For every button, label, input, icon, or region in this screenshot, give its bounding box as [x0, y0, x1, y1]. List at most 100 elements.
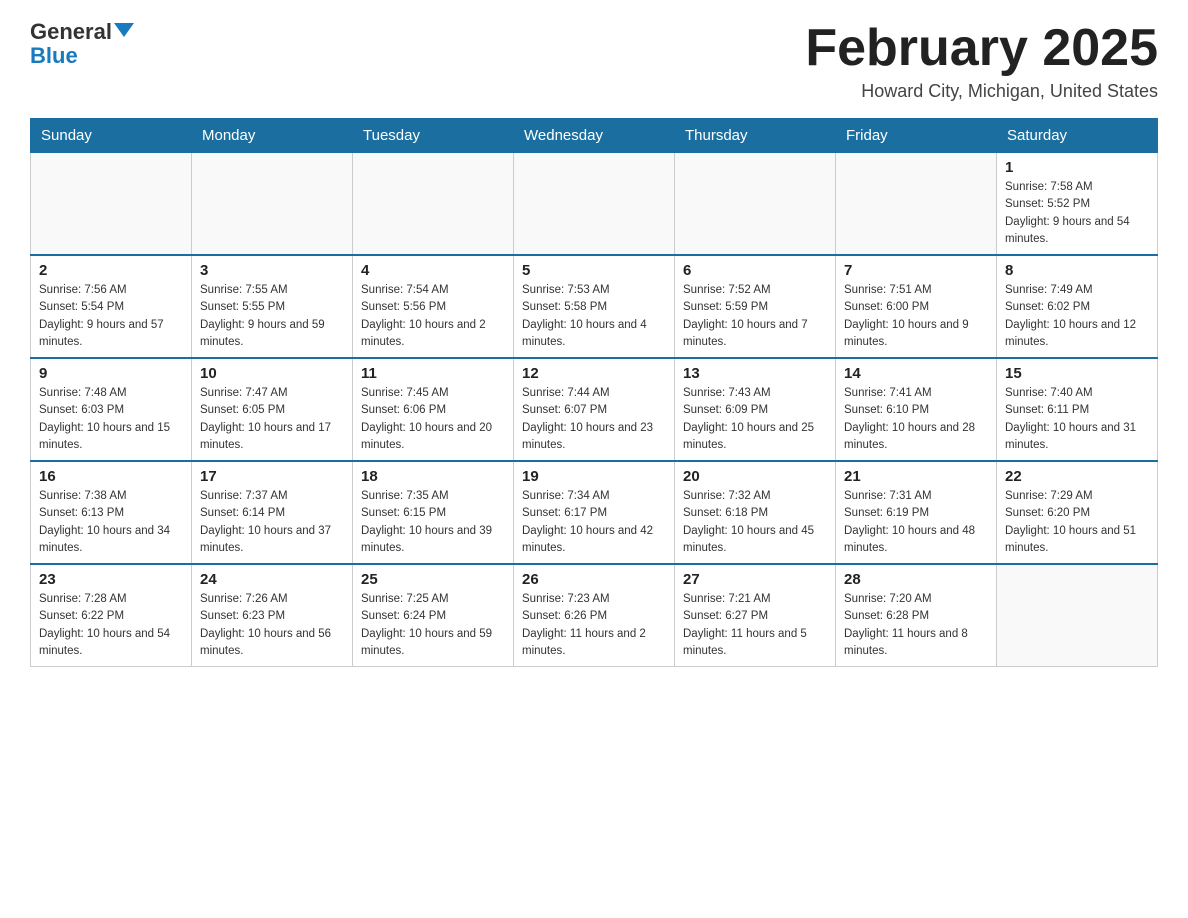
day-info: Sunrise: 7:58 AMSunset: 5:52 PMDaylight:…	[1005, 179, 1149, 248]
day-number: 7	[844, 262, 988, 279]
calendar-day-cell: 10 Sunrise: 7:47 AMSunset: 6:05 PMDayligh…	[192, 358, 353, 461]
day-info: Sunrise: 7:23 AMSunset: 6:26 PMDaylight:…	[522, 591, 666, 660]
weekday-header-friday: Friday	[836, 119, 997, 153]
day-info: Sunrise: 7:38 AMSunset: 6:13 PMDaylight:…	[39, 488, 183, 557]
location: Howard City, Michigan, United States	[805, 81, 1158, 102]
day-info: Sunrise: 7:44 AMSunset: 6:07 PMDaylight:…	[522, 385, 666, 454]
day-number: 18	[361, 468, 505, 485]
day-info: Sunrise: 7:35 AMSunset: 6:15 PMDaylight:…	[361, 488, 505, 557]
day-info: Sunrise: 7:29 AMSunset: 6:20 PMDaylight:…	[1005, 488, 1149, 557]
day-info: Sunrise: 7:32 AMSunset: 6:18 PMDaylight:…	[683, 488, 827, 557]
weekday-header-sunday: Sunday	[31, 119, 192, 153]
title-block: February 2025 Howard City, Michigan, Uni…	[805, 20, 1158, 102]
day-info: Sunrise: 7:54 AMSunset: 5:56 PMDaylight:…	[361, 282, 505, 351]
calendar-day-cell: 15 Sunrise: 7:40 AMSunset: 6:11 PMDayligh…	[997, 358, 1158, 461]
calendar-day-cell: 11Sunrise: 7:45 AMSunset: 6:06 PMDayligh…	[353, 358, 514, 461]
day-number: 14	[844, 365, 988, 382]
calendar-day-cell	[836, 153, 997, 256]
calendar-day-cell: 26 Sunrise: 7:23 AMSunset: 6:26 PMDayligh…	[514, 564, 675, 667]
day-info: Sunrise: 7:25 AMSunset: 6:24 PMDaylight:…	[361, 591, 505, 660]
day-number: 27	[683, 571, 827, 588]
calendar-day-cell: 23 Sunrise: 7:28 AMSunset: 6:22 PMDayligh…	[31, 564, 192, 667]
calendar-table: SundayMondayTuesdayWednesdayThursdayFrid…	[30, 118, 1158, 667]
day-info: Sunrise: 7:48 AMSunset: 6:03 PMDaylight:…	[39, 385, 183, 454]
day-number: 15	[1005, 365, 1149, 382]
day-info: Sunrise: 7:34 AMSunset: 6:17 PMDaylight:…	[522, 488, 666, 557]
day-number: 17	[200, 468, 344, 485]
day-info: Sunrise: 7:31 AMSunset: 6:19 PMDaylight:…	[844, 488, 988, 557]
calendar-day-cell	[353, 153, 514, 256]
calendar-day-cell: 22 Sunrise: 7:29 AMSunset: 6:20 PMDayligh…	[997, 461, 1158, 564]
day-number: 19	[522, 468, 666, 485]
day-number: 12	[522, 365, 666, 382]
calendar-day-cell: 20Sunrise: 7:32 AMSunset: 6:18 PMDayligh…	[675, 461, 836, 564]
calendar-day-cell: 1Sunrise: 7:58 AMSunset: 5:52 PMDaylight…	[997, 153, 1158, 256]
day-info: Sunrise: 7:47 AMSunset: 6:05 PMDaylight:…	[200, 385, 344, 454]
day-number: 5	[522, 262, 666, 279]
logo-blue: Blue	[30, 44, 78, 68]
calendar-day-cell: 14 Sunrise: 7:41 AMSunset: 6:10 PMDayligh…	[836, 358, 997, 461]
calendar-day-cell: 3Sunrise: 7:55 AMSunset: 5:55 PMDaylight…	[192, 255, 353, 358]
weekday-header-thursday: Thursday	[675, 119, 836, 153]
day-info: Sunrise: 7:51 AMSunset: 6:00 PMDaylight:…	[844, 282, 988, 351]
weekday-header-saturday: Saturday	[997, 119, 1158, 153]
logo-general: General	[30, 20, 112, 44]
calendar-week-row: 16 Sunrise: 7:38 AMSunset: 6:13 PMDayligh…	[31, 461, 1158, 564]
day-info: Sunrise: 7:56 AMSunset: 5:54 PMDaylight:…	[39, 282, 183, 351]
day-info: Sunrise: 7:43 AMSunset: 6:09 PMDaylight:…	[683, 385, 827, 454]
day-info: Sunrise: 7:21 AMSunset: 6:27 PMDaylight:…	[683, 591, 827, 660]
calendar-day-cell: 8 Sunrise: 7:49 AMSunset: 6:02 PMDaylight…	[997, 255, 1158, 358]
day-number: 4	[361, 262, 505, 279]
calendar-day-cell: 4 Sunrise: 7:54 AMSunset: 5:56 PMDaylight…	[353, 255, 514, 358]
calendar-day-cell: 27 Sunrise: 7:21 AMSunset: 6:27 PMDayligh…	[675, 564, 836, 667]
calendar-day-cell: 13Sunrise: 7:43 AMSunset: 6:09 PMDayligh…	[675, 358, 836, 461]
calendar-day-cell: 12 Sunrise: 7:44 AMSunset: 6:07 PMDayligh…	[514, 358, 675, 461]
calendar-week-row: 1Sunrise: 7:58 AMSunset: 5:52 PMDaylight…	[31, 153, 1158, 256]
calendar-day-cell: 2 Sunrise: 7:56 AMSunset: 5:54 PMDaylight…	[31, 255, 192, 358]
weekday-header-row: SundayMondayTuesdayWednesdayThursdayFrid…	[31, 119, 1158, 153]
day-number: 24	[200, 571, 344, 588]
day-number: 28	[844, 571, 988, 588]
calendar-day-cell	[514, 153, 675, 256]
day-info: Sunrise: 7:28 AMSunset: 6:22 PMDaylight:…	[39, 591, 183, 660]
day-info: Sunrise: 7:41 AMSunset: 6:10 PMDaylight:…	[844, 385, 988, 454]
day-number: 26	[522, 571, 666, 588]
calendar-day-cell	[192, 153, 353, 256]
page-header: General Blue February 2025 Howard City, …	[30, 20, 1158, 102]
calendar-day-cell: 18 Sunrise: 7:35 AMSunset: 6:15 PMDayligh…	[353, 461, 514, 564]
day-number: 2	[39, 262, 183, 279]
weekday-header-monday: Monday	[192, 119, 353, 153]
calendar-day-cell: 28 Sunrise: 7:20 AMSunset: 6:28 PMDayligh…	[836, 564, 997, 667]
day-info: Sunrise: 7:37 AMSunset: 6:14 PMDaylight:…	[200, 488, 344, 557]
calendar-week-row: 23 Sunrise: 7:28 AMSunset: 6:22 PMDayligh…	[31, 564, 1158, 667]
weekday-header-tuesday: Tuesday	[353, 119, 514, 153]
day-number: 16	[39, 468, 183, 485]
day-info: Sunrise: 7:20 AMSunset: 6:28 PMDaylight:…	[844, 591, 988, 660]
day-number: 8	[1005, 262, 1149, 279]
day-info: Sunrise: 7:26 AMSunset: 6:23 PMDaylight:…	[200, 591, 344, 660]
day-number: 11	[361, 365, 505, 382]
day-info: Sunrise: 7:40 AMSunset: 6:11 PMDaylight:…	[1005, 385, 1149, 454]
day-number: 23	[39, 571, 183, 588]
calendar-day-cell: 19 Sunrise: 7:34 AMSunset: 6:17 PMDayligh…	[514, 461, 675, 564]
day-info: Sunrise: 7:52 AMSunset: 5:59 PMDaylight:…	[683, 282, 827, 351]
day-number: 6	[683, 262, 827, 279]
day-info: Sunrise: 7:53 AMSunset: 5:58 PMDaylight:…	[522, 282, 666, 351]
weekday-header-wednesday: Wednesday	[514, 119, 675, 153]
month-title: February 2025	[805, 20, 1158, 77]
day-number: 9	[39, 365, 183, 382]
day-info: Sunrise: 7:49 AMSunset: 6:02 PMDaylight:…	[1005, 282, 1149, 351]
calendar-day-cell	[675, 153, 836, 256]
day-number: 10	[200, 365, 344, 382]
calendar-day-cell: 6 Sunrise: 7:52 AMSunset: 5:59 PMDaylight…	[675, 255, 836, 358]
day-number: 22	[1005, 468, 1149, 485]
calendar-day-cell: 16 Sunrise: 7:38 AMSunset: 6:13 PMDayligh…	[31, 461, 192, 564]
calendar-day-cell: 21 Sunrise: 7:31 AMSunset: 6:19 PMDayligh…	[836, 461, 997, 564]
calendar-day-cell	[997, 564, 1158, 667]
calendar-day-cell: 17 Sunrise: 7:37 AMSunset: 6:14 PMDayligh…	[192, 461, 353, 564]
calendar-week-row: 2 Sunrise: 7:56 AMSunset: 5:54 PMDaylight…	[31, 255, 1158, 358]
day-info: Sunrise: 7:55 AMSunset: 5:55 PMDaylight:…	[200, 282, 344, 351]
day-number: 21	[844, 468, 988, 485]
calendar-day-cell: 5 Sunrise: 7:53 AMSunset: 5:58 PMDaylight…	[514, 255, 675, 358]
calendar-day-cell: 9 Sunrise: 7:48 AMSunset: 6:03 PMDaylight…	[31, 358, 192, 461]
